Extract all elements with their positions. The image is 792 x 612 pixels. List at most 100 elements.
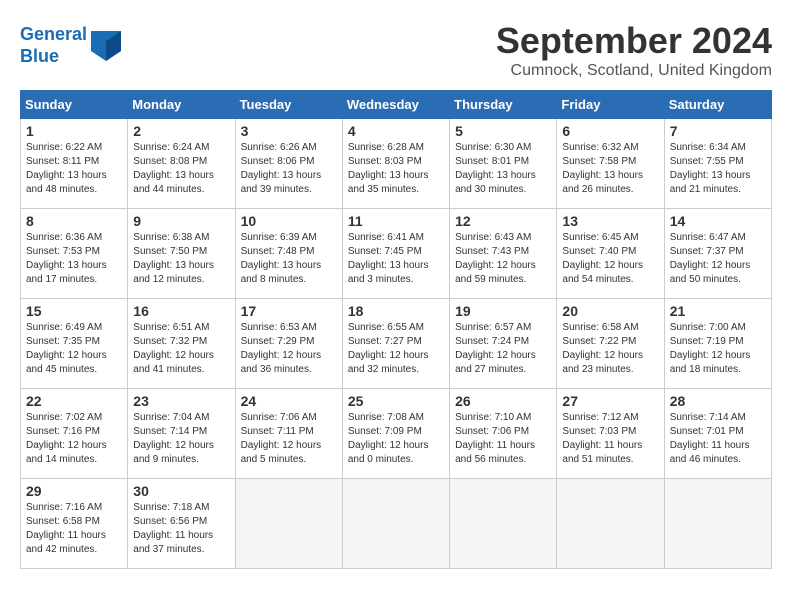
day-info: Sunrise: 7:00 AM Sunset: 7:19 PM Dayligh… [670, 321, 766, 377]
empty-cell [450, 479, 557, 569]
day-number: 16 [133, 303, 229, 319]
day-info: Sunrise: 6:26 AM Sunset: 8:06 PM Dayligh… [241, 141, 337, 197]
day-info: Sunrise: 6:38 AM Sunset: 7:50 PM Dayligh… [133, 231, 229, 287]
day-number: 23 [133, 393, 229, 409]
day-info: Sunrise: 7:14 AM Sunset: 7:01 PM Dayligh… [670, 411, 766, 467]
empty-cell [557, 479, 664, 569]
calendar-day: 2Sunrise: 6:24 AM Sunset: 8:08 PM Daylig… [128, 119, 235, 209]
day-info: Sunrise: 6:58 AM Sunset: 7:22 PM Dayligh… [562, 321, 658, 377]
day-number: 4 [348, 123, 444, 139]
calendar-day: 29 Sunrise: 7:16 AM Sunset: 6:58 PM Dayli… [21, 479, 128, 569]
day-number: 19 [455, 303, 551, 319]
calendar-day: 16Sunrise: 6:51 AM Sunset: 7:32 PM Dayli… [128, 299, 235, 389]
empty-cell [342, 479, 449, 569]
day-number: 22 [26, 393, 122, 409]
day-number: 28 [670, 393, 766, 409]
day-info: Sunrise: 6:55 AM Sunset: 7:27 PM Dayligh… [348, 321, 444, 377]
calendar-day: 14 Sunrise: 6:47 AM Sunset: 7:37 PM Dayli… [664, 209, 771, 299]
day-info: Sunrise: 6:32 AM Sunset: 7:58 PM Dayligh… [562, 141, 658, 197]
day-number: 8 [26, 213, 122, 229]
weekday-header: Friday [557, 91, 664, 119]
calendar-day: 19 Sunrise: 6:57 AM Sunset: 7:24 PM Dayli… [450, 299, 557, 389]
day-info: Sunrise: 7:16 AM Sunset: 6:58 PM Dayligh… [26, 501, 122, 557]
empty-cell [235, 479, 342, 569]
empty-cell [664, 479, 771, 569]
month-title: September 2024 [496, 20, 772, 62]
calendar-day: 17Sunrise: 6:53 AM Sunset: 7:29 PM Dayli… [235, 299, 342, 389]
day-info: Sunrise: 7:06 AM Sunset: 7:11 PM Dayligh… [241, 411, 337, 467]
page-header: GeneralBlue September 2024 Cumnock, Scot… [20, 20, 772, 80]
day-info: Sunrise: 6:22 AM Sunset: 8:11 PM Dayligh… [26, 141, 122, 197]
weekday-header: Wednesday [342, 91, 449, 119]
day-number: 14 [670, 213, 766, 229]
day-info: Sunrise: 6:30 AM Sunset: 8:01 PM Dayligh… [455, 141, 551, 197]
day-info: Sunrise: 6:57 AM Sunset: 7:24 PM Dayligh… [455, 321, 551, 377]
day-number: 20 [562, 303, 658, 319]
calendar-day: 5Sunrise: 6:30 AM Sunset: 8:01 PM Daylig… [450, 119, 557, 209]
logo-icon [91, 31, 121, 61]
calendar-day: 4 Sunrise: 6:28 AM Sunset: 8:03 PM Daylig… [342, 119, 449, 209]
location: Cumnock, Scotland, United Kingdom [496, 62, 772, 80]
day-number: 1 [26, 123, 122, 139]
day-info: Sunrise: 6:45 AM Sunset: 7:40 PM Dayligh… [562, 231, 658, 287]
day-number: 30 [133, 483, 229, 499]
day-info: Sunrise: 7:12 AM Sunset: 7:03 PM Dayligh… [562, 411, 658, 467]
calendar-day: 27 Sunrise: 7:12 AM Sunset: 7:03 PM Dayli… [557, 389, 664, 479]
day-number: 29 [26, 483, 122, 499]
calendar-day: 30 Sunrise: 7:18 AM Sunset: 6:56 PM Dayli… [128, 479, 235, 569]
calendar-day: 12 Sunrise: 6:43 AM Sunset: 7:43 PM Dayli… [450, 209, 557, 299]
day-info: Sunrise: 6:36 AM Sunset: 7:53 PM Dayligh… [26, 231, 122, 287]
day-number: 25 [348, 393, 444, 409]
day-info: Sunrise: 6:28 AM Sunset: 8:03 PM Dayligh… [348, 141, 444, 197]
calendar-day: 8 Sunrise: 6:36 AM Sunset: 7:53 PM Daylig… [21, 209, 128, 299]
day-info: Sunrise: 6:53 AM Sunset: 7:29 PM Dayligh… [241, 321, 337, 377]
logo-text: GeneralBlue [20, 24, 87, 67]
calendar-day: 11 Sunrise: 6:41 AM Sunset: 7:45 PM Dayli… [342, 209, 449, 299]
calendar-day: 18 Sunrise: 6:55 AM Sunset: 7:27 PM Dayli… [342, 299, 449, 389]
calendar-table: SundayMondayTuesdayWednesdayThursdayFrid… [20, 90, 772, 569]
calendar-day: 28 Sunrise: 7:14 AM Sunset: 7:01 PM Dayli… [664, 389, 771, 479]
calendar-day: 7 Sunrise: 6:34 AM Sunset: 7:55 PM Daylig… [664, 119, 771, 209]
calendar-day: 24 Sunrise: 7:06 AM Sunset: 7:11 PM Dayli… [235, 389, 342, 479]
day-number: 11 [348, 213, 444, 229]
day-info: Sunrise: 6:24 AM Sunset: 8:08 PM Dayligh… [133, 141, 229, 197]
day-number: 13 [562, 213, 658, 229]
calendar-day: 23Sunrise: 7:04 AM Sunset: 7:14 PM Dayli… [128, 389, 235, 479]
day-info: Sunrise: 7:08 AM Sunset: 7:09 PM Dayligh… [348, 411, 444, 467]
calendar-day: 13 Sunrise: 6:45 AM Sunset: 7:40 PM Dayli… [557, 209, 664, 299]
day-number: 6 [562, 123, 658, 139]
day-number: 26 [455, 393, 551, 409]
day-info: Sunrise: 6:41 AM Sunset: 7:45 PM Dayligh… [348, 231, 444, 287]
calendar-day: 6 Sunrise: 6:32 AM Sunset: 7:58 PM Daylig… [557, 119, 664, 209]
calendar-day: 9Sunrise: 6:38 AM Sunset: 7:50 PM Daylig… [128, 209, 235, 299]
weekday-header: Tuesday [235, 91, 342, 119]
title-block: September 2024 Cumnock, Scotland, United… [496, 20, 772, 80]
day-info: Sunrise: 7:02 AM Sunset: 7:16 PM Dayligh… [26, 411, 122, 467]
calendar-day: 3 Sunrise: 6:26 AM Sunset: 8:06 PM Daylig… [235, 119, 342, 209]
day-number: 10 [241, 213, 337, 229]
weekday-header: Saturday [664, 91, 771, 119]
calendar-day: 20 Sunrise: 6:58 AM Sunset: 7:22 PM Dayli… [557, 299, 664, 389]
weekday-header: Monday [128, 91, 235, 119]
day-number: 3 [241, 123, 337, 139]
day-number: 27 [562, 393, 658, 409]
day-info: Sunrise: 6:47 AM Sunset: 7:37 PM Dayligh… [670, 231, 766, 287]
day-info: Sunrise: 7:10 AM Sunset: 7:06 PM Dayligh… [455, 411, 551, 467]
day-info: Sunrise: 6:49 AM Sunset: 7:35 PM Dayligh… [26, 321, 122, 377]
calendar-day: 21Sunrise: 7:00 AM Sunset: 7:19 PM Dayli… [664, 299, 771, 389]
weekday-header: Sunday [21, 91, 128, 119]
weekday-header: Thursday [450, 91, 557, 119]
calendar-day: 10 Sunrise: 6:39 AM Sunset: 7:48 PM Dayli… [235, 209, 342, 299]
calendar-day: 25 Sunrise: 7:08 AM Sunset: 7:09 PM Dayli… [342, 389, 449, 479]
calendar-day: 22 Sunrise: 7:02 AM Sunset: 7:16 PM Dayli… [21, 389, 128, 479]
day-info: Sunrise: 6:43 AM Sunset: 7:43 PM Dayligh… [455, 231, 551, 287]
day-number: 24 [241, 393, 337, 409]
day-info: Sunrise: 6:34 AM Sunset: 7:55 PM Dayligh… [670, 141, 766, 197]
calendar-day: 26 Sunrise: 7:10 AM Sunset: 7:06 PM Dayli… [450, 389, 557, 479]
day-info: Sunrise: 6:39 AM Sunset: 7:48 PM Dayligh… [241, 231, 337, 287]
day-number: 18 [348, 303, 444, 319]
logo: GeneralBlue [20, 24, 121, 67]
day-info: Sunrise: 7:18 AM Sunset: 6:56 PM Dayligh… [133, 501, 229, 557]
day-number: 7 [670, 123, 766, 139]
day-number: 12 [455, 213, 551, 229]
